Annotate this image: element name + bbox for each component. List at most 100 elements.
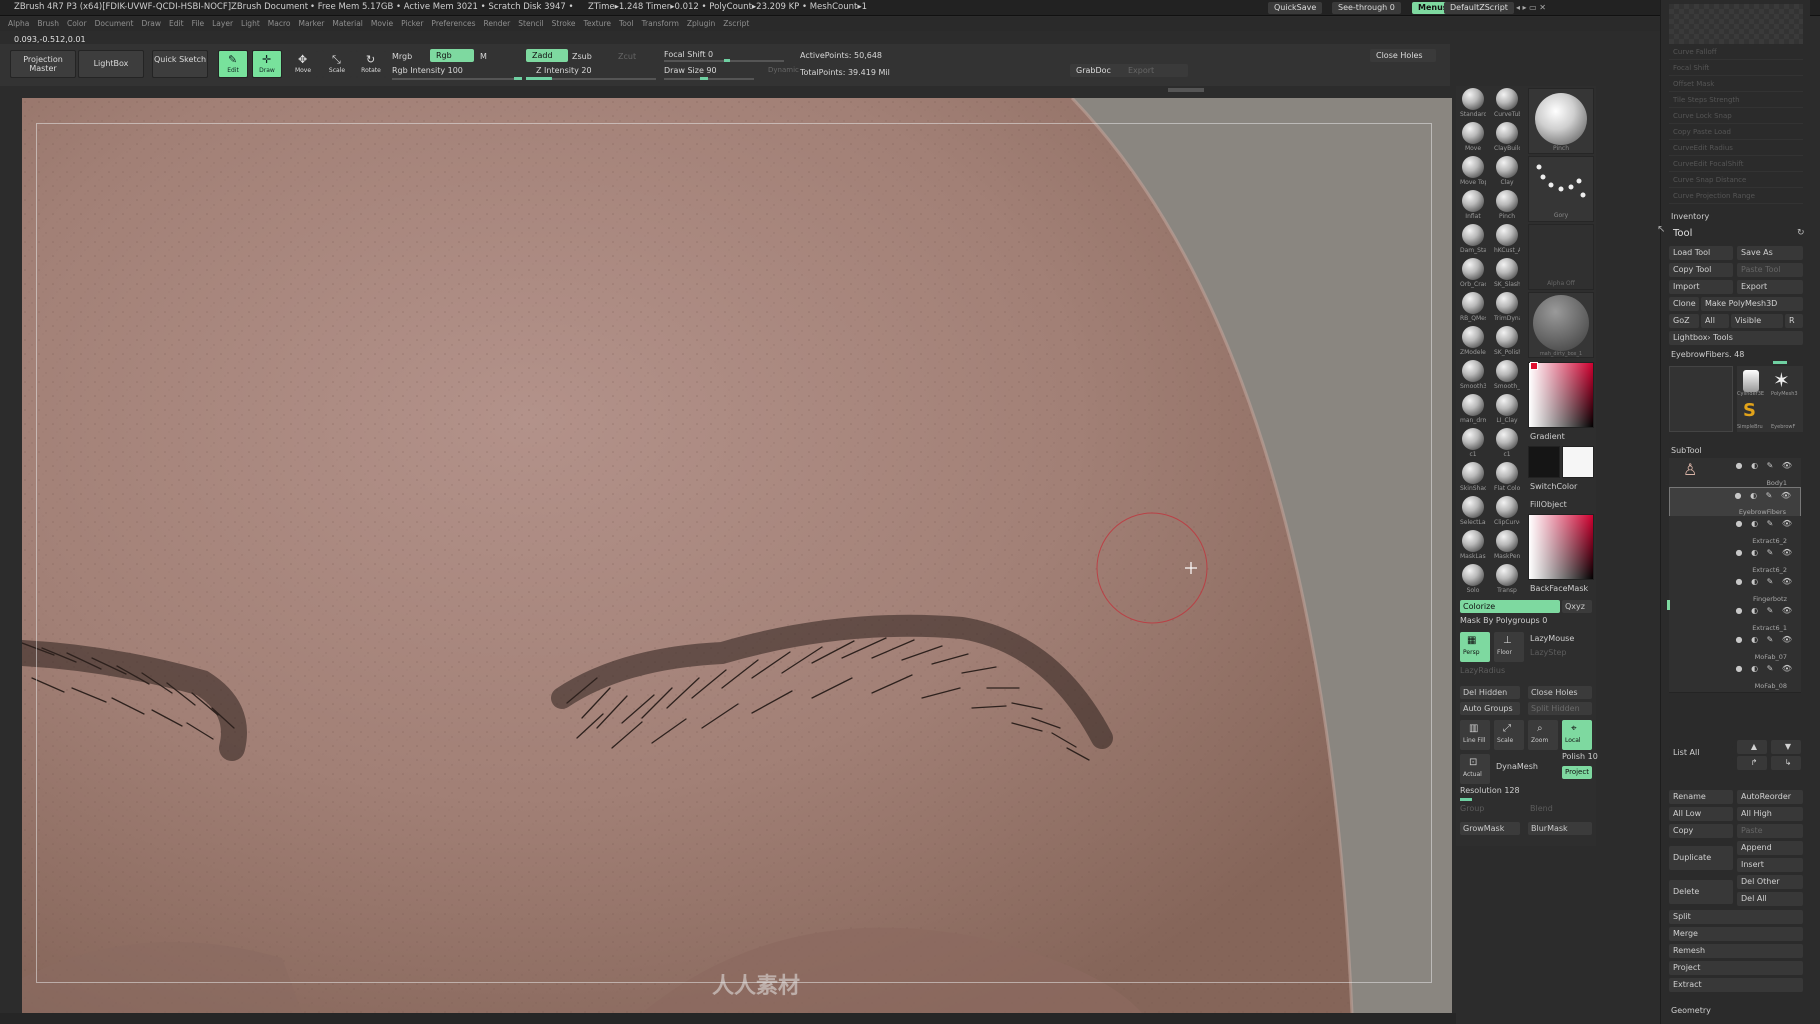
mask-by-polygroups-slider[interactable]: Mask By Polygroups 0 bbox=[1460, 616, 1547, 625]
quick-sketch-button[interactable]: Quick Sketch bbox=[152, 50, 208, 78]
menu-zplugin[interactable]: Zplugin bbox=[687, 17, 715, 31]
all-high-button[interactable]: All High bbox=[1737, 807, 1803, 821]
menu-material[interactable]: Material bbox=[332, 17, 362, 31]
menu-macro[interactable]: Macro bbox=[268, 17, 291, 31]
brush-item[interactable]: Flat Color bbox=[1494, 462, 1520, 492]
menu-draw[interactable]: Draw bbox=[141, 17, 161, 31]
gradient-label[interactable]: Gradient bbox=[1530, 432, 1565, 441]
menu-picker[interactable]: Picker bbox=[401, 17, 423, 31]
project-toggle[interactable]: Project bbox=[1562, 766, 1592, 779]
fill-object-button[interactable]: FillObject bbox=[1530, 500, 1567, 509]
curve-setting-row[interactable]: Copy Paste Load bbox=[1669, 124, 1803, 140]
rename-button[interactable]: Rename bbox=[1669, 790, 1733, 804]
goz-r-button[interactable]: R bbox=[1785, 314, 1803, 328]
close-holes-shelf-button[interactable]: Close Holes bbox=[1370, 49, 1436, 62]
growmask-button[interactable]: GrowMask bbox=[1460, 822, 1520, 835]
all-low-button[interactable]: All Low bbox=[1669, 807, 1733, 821]
m-toggle[interactable]: M bbox=[480, 52, 487, 61]
zoom-view-button[interactable]: ⌕ Zoom bbox=[1528, 720, 1558, 750]
polymesh-star-icon[interactable]: ✶ bbox=[1773, 368, 1790, 392]
subtool-row[interactable]: ● ◐ ✎ 👁 Body1 ♙ bbox=[1669, 458, 1801, 490]
subtool-scrollbar[interactable] bbox=[1667, 600, 1670, 610]
zsub-toggle[interactable]: Zsub bbox=[572, 52, 592, 61]
draw-size-slider[interactable]: Draw Size 90 bbox=[664, 66, 717, 75]
brush-item[interactable]: SkinShade bbox=[1460, 462, 1486, 492]
polish-slider[interactable]: Polish 10 bbox=[1562, 752, 1598, 761]
brush-item[interactable]: Dam_Stan bbox=[1460, 224, 1486, 254]
curve-setting-row[interactable]: Focal Shift bbox=[1669, 60, 1803, 76]
local-toggle[interactable]: ⌖ Local bbox=[1562, 720, 1592, 750]
brush-item[interactable]: ZModeler bbox=[1460, 326, 1486, 356]
persp-toggle[interactable]: ▦ Persp bbox=[1460, 632, 1490, 662]
lightbox-tools-button[interactable]: Lightbox› Tools bbox=[1669, 331, 1803, 345]
close-holes-button[interactable]: Close Holes bbox=[1528, 686, 1592, 699]
brush-item[interactable]: RB_QMes bbox=[1460, 292, 1486, 322]
backface-mask-toggle[interactable]: BackFaceMask bbox=[1530, 584, 1588, 593]
rotate-mode-button[interactable]: ↻ Rotate bbox=[356, 50, 386, 78]
menu-color[interactable]: Color bbox=[67, 17, 87, 31]
del-hidden-button[interactable]: Del Hidden bbox=[1460, 686, 1520, 699]
tool-collapse-icon[interactable]: ↖ bbox=[1657, 224, 1665, 235]
focal-shift-knob[interactable] bbox=[724, 59, 730, 62]
subtool-visibility-icon[interactable]: ● ◐ ✎ 👁 bbox=[1736, 461, 1795, 470]
menu-light[interactable]: Light bbox=[241, 17, 260, 31]
menu-edit[interactable]: Edit bbox=[169, 17, 184, 31]
z-intensity-knob[interactable] bbox=[526, 77, 552, 80]
menu-stroke[interactable]: Stroke bbox=[552, 17, 576, 31]
scale-mode-button[interactable]: ⤡ Scale bbox=[322, 50, 352, 78]
del-all-button[interactable]: Del All bbox=[1737, 892, 1803, 906]
zcut-toggle[interactable]: Zcut bbox=[618, 52, 636, 61]
menu-marker[interactable]: Marker bbox=[298, 17, 324, 31]
del-other-button[interactable]: Del Other bbox=[1737, 875, 1803, 889]
shelf-scrollbar[interactable] bbox=[1168, 88, 1204, 92]
brush-item[interactable]: c1 bbox=[1494, 428, 1520, 458]
duplicate-button[interactable]: Duplicate bbox=[1669, 846, 1733, 870]
resolution-knob[interactable] bbox=[1460, 798, 1472, 801]
delete-button[interactable]: Delete bbox=[1669, 880, 1733, 904]
copy-subtool-button[interactable]: Copy bbox=[1669, 824, 1733, 838]
blurmask-button[interactable]: BlurMask bbox=[1528, 822, 1592, 835]
list-all-button[interactable]: List All bbox=[1669, 746, 1733, 760]
canvas-viewport[interactable]: 人人素材 bbox=[22, 98, 1452, 1013]
subtool-row[interactable]: ● ◐ ✎ 👁 EyebrowFibers bbox=[1669, 487, 1801, 519]
menu-transform[interactable]: Transform bbox=[642, 17, 679, 31]
subtool-visibility-icon[interactable]: ● ◐ ✎ 👁 bbox=[1736, 577, 1795, 586]
brush-item[interactable]: Orb_Crac bbox=[1460, 258, 1486, 288]
colorize-toggle[interactable]: Colorize bbox=[1460, 600, 1560, 613]
brush-item[interactable]: SK_Polish bbox=[1494, 326, 1520, 356]
draw-mode-button[interactable]: ✛ Draw bbox=[252, 50, 282, 78]
focal-shift-slider[interactable]: Focal Shift 0 bbox=[664, 50, 713, 59]
move-down-arrow-icon[interactable]: ▼ bbox=[1771, 740, 1801, 754]
curve-setting-row[interactable]: CurveEdit FocalShift bbox=[1669, 156, 1803, 172]
quicksave-button[interactable]: QuickSave bbox=[1268, 2, 1323, 14]
load-tool-button[interactable]: Load Tool bbox=[1669, 246, 1733, 260]
insert-button[interactable]: Insert bbox=[1737, 858, 1803, 872]
move-top-icon[interactable]: ↱ bbox=[1737, 756, 1767, 770]
alpha-tile[interactable]: Alpha Off bbox=[1528, 224, 1594, 290]
move-up-arrow-icon[interactable]: ▲ bbox=[1737, 740, 1767, 754]
lazystep-slider[interactable]: LazyStep bbox=[1530, 648, 1567, 657]
brush-item[interactable]: c1 bbox=[1460, 428, 1486, 458]
rgb-intensity-knob[interactable] bbox=[514, 77, 522, 80]
menu-brush[interactable]: Brush bbox=[37, 17, 59, 31]
brush-item[interactable]: Smooth_S bbox=[1494, 360, 1520, 390]
dynamic-toggle[interactable]: Dynamic bbox=[768, 66, 799, 74]
import-button[interactable]: Import bbox=[1669, 280, 1733, 294]
subtool-row[interactable]: ● ◐ ✎ 👁 MoFab_08 bbox=[1669, 661, 1801, 693]
brush-item[interactable]: Solo bbox=[1460, 564, 1486, 594]
move-mode-button[interactable]: ✥ Move bbox=[288, 50, 318, 78]
brush-item[interactable]: CurveTube bbox=[1494, 88, 1520, 118]
goz-all-button[interactable]: All bbox=[1701, 314, 1729, 328]
subtool-row[interactable]: ● ◐ ✎ 👁 Extract6_1 bbox=[1669, 603, 1801, 635]
menu-texture[interactable]: Texture bbox=[584, 17, 611, 31]
material-tile[interactable]: mah_dirty_box_1 bbox=[1528, 292, 1594, 358]
append-button[interactable]: Append bbox=[1737, 841, 1803, 855]
menu-document[interactable]: Document bbox=[95, 17, 134, 31]
menu-tool[interactable]: Tool bbox=[619, 17, 634, 31]
resolution-slider[interactable]: Resolution 128 bbox=[1460, 786, 1520, 795]
subtool-row[interactable]: ● ◐ ✎ 👁 Fingerbotz bbox=[1669, 574, 1801, 606]
stroke-tile[interactable]: Gory bbox=[1528, 156, 1594, 222]
menu-zscript[interactable]: Zscript bbox=[723, 17, 749, 31]
brush-item[interactable]: TrimDynar bbox=[1494, 292, 1520, 322]
menu-stencil[interactable]: Stencil bbox=[518, 17, 543, 31]
